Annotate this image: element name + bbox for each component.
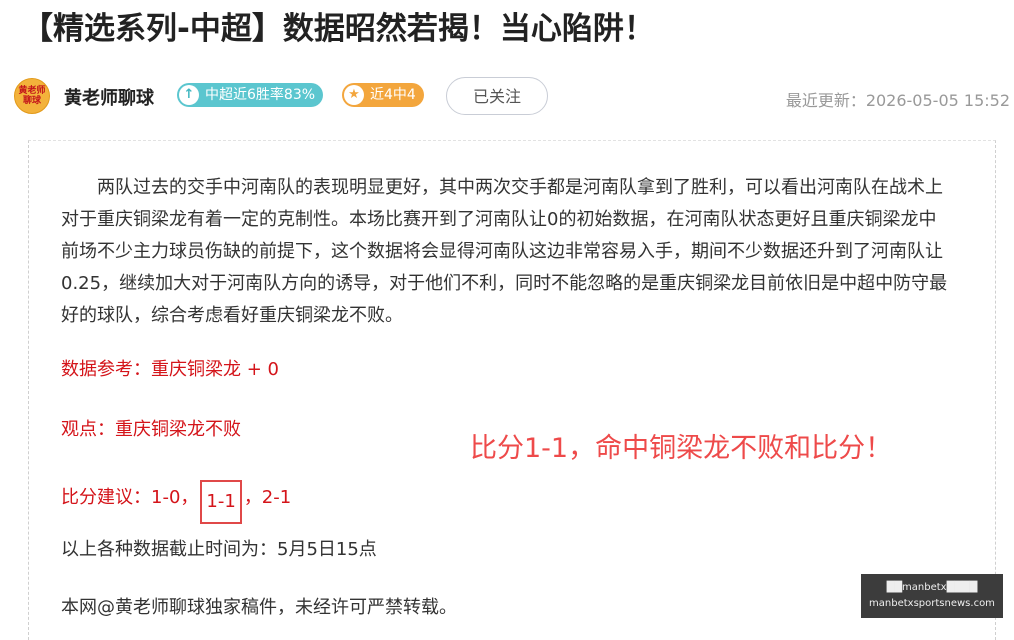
watermark-line2: manbetxsportsnews.com xyxy=(869,598,995,609)
avatar-text-bottom: 聊球 xyxy=(22,96,41,106)
star-icon: ★ xyxy=(344,85,364,105)
avatar[interactable]: 黄老师 聊球 xyxy=(14,78,50,114)
author-bar: 黄老师 聊球 黄老师聊球 ↑ 中超近6胜率83% ★ 近4中4 已关注 最近更新… xyxy=(14,77,1010,117)
score-suffix: ，2-1 xyxy=(243,487,292,508)
recent-record-badge: ★ 近4中4 xyxy=(342,83,424,107)
hit-annotation: 比分1-1，命中铜梁龙不败和比分！ xyxy=(470,433,893,464)
follow-button[interactable]: 已关注 xyxy=(446,77,548,115)
article-title: 【精选系列-中超】数据昭然若揭！当心陷阱！ xyxy=(22,11,655,47)
data-reference: 数据参考：重庆铜梁龙 + 0 xyxy=(61,359,279,380)
author-name[interactable]: 黄老师聊球 xyxy=(64,84,154,110)
copyright-notice: 本网@黄老师聊球独家稿件，未经许可严禁转载。 xyxy=(61,597,457,618)
win-rate-badge: ↑ 中超近6胜率83% xyxy=(177,83,324,107)
watermark: ██manbetx████ manbetxsportsnews.com xyxy=(861,574,1003,618)
last-updated: 最近更新：2026-05-05 15:52 xyxy=(785,91,1010,110)
avatar-text-top: 黄老师 xyxy=(18,86,46,96)
score-boxed: 1-1 xyxy=(200,480,242,524)
data-cutoff: 以上各种数据截止时间为：5月5日15点 xyxy=(61,539,377,560)
recent-record-text: 近4中4 xyxy=(370,87,416,103)
arrow-up-icon: ↑ xyxy=(179,85,199,105)
score-suggestion: 比分建议：1-0， 1-1 ，2-1 xyxy=(61,476,292,524)
win-rate-text: 中超近6胜率83% xyxy=(205,87,316,103)
watermark-line1: ██manbetx████ xyxy=(886,582,978,593)
viewpoint: 观点：重庆铜梁龙不败 xyxy=(61,419,241,440)
score-prefix: 比分建议：1-0， xyxy=(61,487,199,508)
analysis-paragraph: 两队过去的交手中河南队的表现明显更好，其中两次交手都是河南队拿到了胜利，可以看出… xyxy=(61,177,948,326)
